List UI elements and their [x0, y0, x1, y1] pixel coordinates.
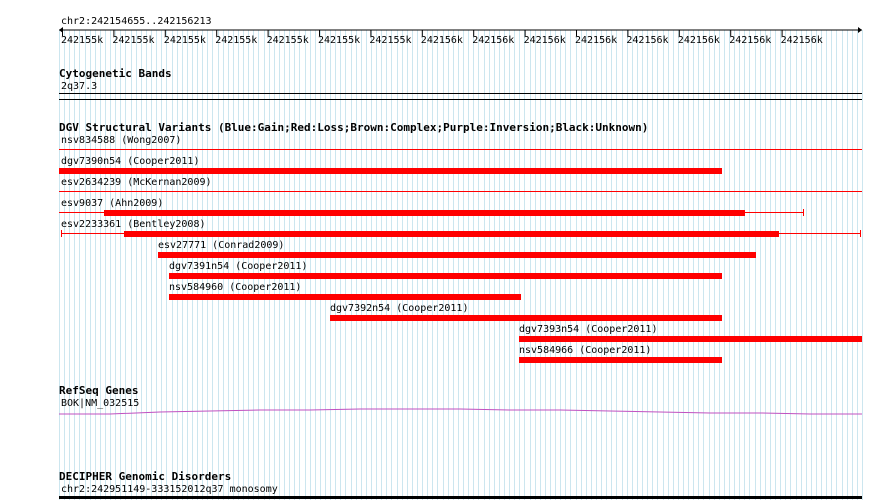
ruler-tick-label: 242155k — [112, 35, 155, 46]
ruler-tick-label: 242155k — [215, 35, 258, 46]
ruler-tick-label: 242156k — [729, 35, 772, 46]
ruler-tick-label: 242156k — [420, 35, 463, 46]
dgv-feature-label[interactable]: nsv584966 (Cooper2011) — [519, 345, 651, 356]
ruler-tick-label: 242155k — [318, 35, 361, 46]
dgv-feature-bar[interactable] — [158, 252, 756, 258]
ruler-tick-label: 242156k — [575, 35, 618, 46]
track-title-decipher[interactable]: DECIPHER Genomic Disorders — [59, 471, 231, 483]
track-title-cytoband[interactable]: Cytogenetic Bands — [59, 68, 172, 80]
ruler-tick-label: 242156k — [677, 35, 720, 46]
dgv-feature-label[interactable]: esv9037 (Ahn2009) — [61, 198, 163, 209]
cytoband-feature-label[interactable]: 2q37.3 — [61, 81, 97, 92]
decipher-feature-bar[interactable] — [59, 496, 862, 499]
dgv-feature-label[interactable]: nsv584960 (Cooper2011) — [169, 282, 301, 293]
ruler-tick-label: 242155k — [266, 35, 309, 46]
decipher-feature-label[interactable]: chr2:242951149-333152012q37 monosomy — [61, 484, 278, 495]
track-title-refseq[interactable]: RefSeq Genes — [59, 385, 138, 397]
dgv-feature-bar[interactable] — [169, 273, 722, 279]
dgv-feature-bar[interactable] — [59, 168, 722, 174]
dgv-feature-bar[interactable] — [519, 357, 722, 363]
dgv-feature-label[interactable]: esv27771 (Conrad2009) — [158, 240, 284, 251]
track-title-dgv[interactable]: DGV Structural Variants (Blue:Gain;Red:L… — [59, 122, 648, 134]
dgv-feature-bar[interactable] — [519, 336, 862, 342]
dgv-feature-label[interactable]: esv2233361 (Bentley2008) — [61, 219, 206, 230]
dgv-feature-bar[interactable] — [330, 315, 722, 321]
dgv-feature-bar[interactable] — [104, 210, 745, 216]
dgv-feature-label[interactable]: esv2634239 (McKernan2009) — [61, 177, 212, 188]
dgv-feature-label[interactable]: nsv834588 (Wong2007) — [61, 135, 181, 146]
ruler-tick-label: 242155k — [369, 35, 412, 46]
dgv-feature-label[interactable]: dgv7391n54 (Cooper2011) — [169, 261, 307, 272]
dgv-feature-bar[interactable] — [169, 294, 521, 300]
dgv-feature-line[interactable] — [59, 149, 862, 150]
ruler-tick-label: 242155k — [61, 35, 104, 46]
dgv-feature-end-tick — [803, 209, 804, 216]
dgv-feature-start-tick — [61, 230, 62, 237]
ruler-tick-label: 242155k — [163, 35, 206, 46]
ruler-tick-label: 242156k — [626, 35, 669, 46]
dgv-feature-label[interactable]: dgv7393n54 (Cooper2011) — [519, 324, 657, 335]
dgv-feature-bar[interactable] — [124, 231, 779, 237]
dgv-feature-line[interactable] — [59, 191, 862, 192]
refseq-gene-wiggle[interactable] — [0, 404, 890, 418]
ruler-tick-label: 242156k — [472, 35, 515, 46]
ruler-tick-label: 242156k — [780, 35, 823, 46]
dgv-feature-label[interactable]: dgv7392n54 (Cooper2011) — [330, 303, 468, 314]
cytoband-band[interactable] — [59, 93, 862, 94]
ruler-tick-label: 242156k — [523, 35, 566, 46]
track-separator — [59, 99, 862, 100]
dgv-feature-end-tick — [860, 230, 861, 237]
dgv-feature-label[interactable]: dgv7390n54 (Cooper2011) — [61, 156, 199, 167]
